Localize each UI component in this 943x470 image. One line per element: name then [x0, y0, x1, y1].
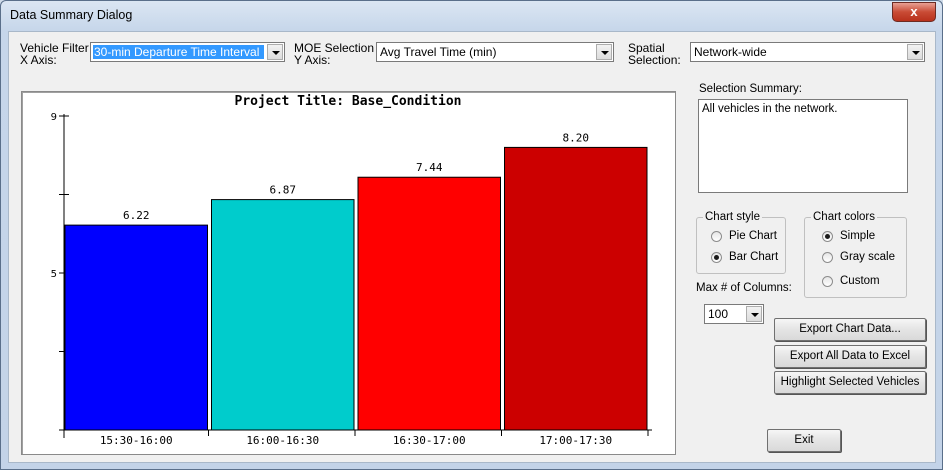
moe-dropdown[interactable]: Avg Travel Time (min)	[376, 42, 614, 62]
bar	[64, 224, 208, 431]
chevron-down-icon[interactable]	[907, 44, 923, 60]
x-tick-label: 16:30-17:00	[393, 434, 466, 447]
bar-value-label: 7.44	[416, 161, 443, 174]
window-title: Data Summary Dialog	[10, 8, 133, 22]
simple-radio[interactable]: Simple	[822, 229, 875, 243]
bar-chart-label: Bar Chart	[729, 251, 779, 263]
exit-button[interactable]: Exit	[767, 429, 841, 452]
x-tick-label: 15:30-16:00	[100, 434, 173, 447]
chart-panel: Project Title: Base_Condition 5 9 6.22 15:30…	[21, 91, 676, 455]
spatial-selection-dropdown[interactable]: Network-wide	[690, 42, 925, 62]
bar	[504, 146, 648, 431]
title-bar[interactable]: Data Summary Dialog x	[1, 1, 942, 31]
simple-label: Simple	[840, 230, 876, 242]
y-tick-label: 9	[51, 112, 57, 123]
bar	[357, 176, 501, 431]
chevron-down-icon[interactable]	[267, 44, 283, 60]
radio-icon	[822, 275, 833, 287]
bar-chart-radio[interactable]: Bar Chart	[711, 250, 778, 264]
custom-radio[interactable]: Custom	[822, 274, 880, 288]
bar-chart: Project Title: Base_Condition 5 9 6.22 15:30…	[51, 94, 652, 447]
vehicle-filter-value: 30-min Departure Time Interval	[93, 45, 264, 59]
max-columns-label: Max # of Columns:	[696, 282, 792, 294]
radio-icon	[711, 230, 722, 242]
max-columns-dropdown[interactable]: 100	[704, 304, 764, 324]
radio-selected-icon	[711, 251, 722, 263]
bar-value-label: 8.20	[563, 131, 590, 144]
dialog-window: Data Summary Dialog x Vehicle Filter X A…	[0, 0, 943, 470]
export-all-data-button[interactable]: Export All Data to Excel	[774, 345, 926, 368]
y-tick-label: 5	[51, 269, 57, 280]
selection-summary-textbox[interactable]: All vehicles in the network.	[698, 99, 908, 193]
highlight-selected-vehicles-button[interactable]: Highlight Selected Vehicles	[774, 371, 926, 394]
custom-label: Custom	[840, 275, 880, 287]
chart-style-group: Chart style Pie Chart Bar Chart	[696, 210, 786, 274]
gray-scale-radio[interactable]: Gray scale	[822, 250, 895, 264]
selection-summary-label: Selection Summary:	[699, 83, 802, 95]
max-columns-value: 100	[708, 307, 729, 321]
chart-colors-group: Chart colors Simple Gray scale Custom	[804, 210, 907, 298]
close-button[interactable]: x	[892, 2, 936, 22]
vehicle-filter-dropdown[interactable]: 30-min Departure Time Interval	[90, 42, 285, 62]
bar	[211, 199, 355, 431]
chart-colors-legend: Chart colors	[811, 210, 877, 224]
export-chart-data-button[interactable]: Export Chart Data...	[774, 318, 926, 341]
bar-value-label: 6.87	[270, 184, 297, 197]
bar-value-label: 6.22	[123, 209, 150, 222]
chart-title: Project Title: Base_Condition	[235, 94, 462, 109]
chevron-down-icon[interactable]	[746, 306, 762, 322]
dialog-client-area: Vehicle Filter X Axis: 30-min Departure …	[8, 31, 936, 463]
radio-icon	[822, 251, 833, 263]
chart-style-legend: Chart style	[703, 210, 762, 224]
pie-chart-radio[interactable]: Pie Chart	[711, 229, 777, 243]
x-tick-label: 17:00-17:30	[539, 434, 612, 447]
radio-selected-icon	[822, 230, 833, 242]
gray-scale-label: Gray scale	[840, 251, 895, 263]
x-tick-label: 16:00-16:30	[246, 434, 319, 447]
moe-value: Avg Travel Time (min)	[380, 45, 497, 59]
chevron-down-icon[interactable]	[596, 44, 612, 60]
y-axis-label: Y Axis:	[294, 53, 331, 67]
x-axis-label: X Axis:	[20, 53, 57, 67]
selection-label: Selection:	[628, 53, 681, 67]
spatial-value: Network-wide	[694, 45, 767, 59]
pie-chart-label: Pie Chart	[729, 230, 777, 242]
